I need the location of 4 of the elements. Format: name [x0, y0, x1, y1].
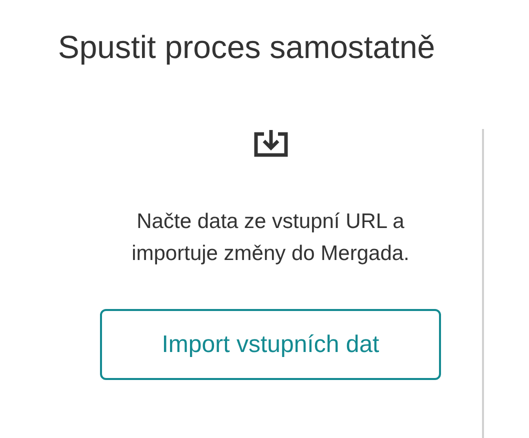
import-icon: [252, 130, 288, 158]
process-description: Načte data ze vstupní URL a importuje změny do Mergada.: [130, 209, 410, 267]
import-button[interactable]: Import vstupních dat: [100, 309, 441, 380]
page-title: Spustit proces samostatně: [57, 28, 436, 67]
